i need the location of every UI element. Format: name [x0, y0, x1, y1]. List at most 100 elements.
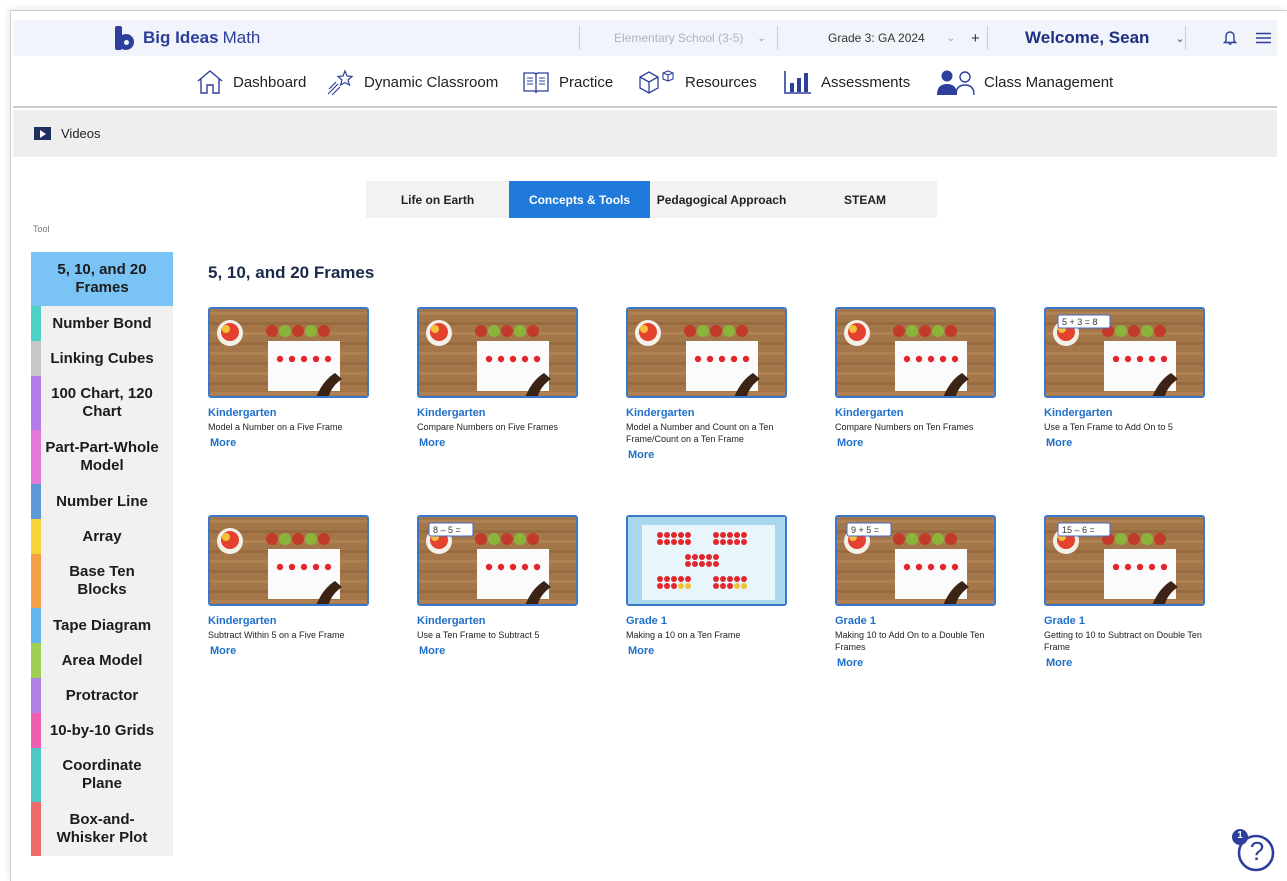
tab-steam[interactable]: STEAM [793, 181, 937, 218]
videos-bar: Videos [13, 110, 1277, 157]
color-bar [31, 306, 41, 341]
logo-text-light: Math [222, 28, 261, 47]
sidebar-item-number-bond[interactable]: Number Bond [31, 306, 173, 341]
more-link[interactable]: More [210, 437, 236, 449]
user-menu[interactable]: Welcome, Sean ⌄ [1025, 20, 1185, 56]
more-link[interactable]: More [628, 645, 654, 657]
category-tabs: Life on Earth Concepts & Tools Pedagogic… [366, 181, 937, 218]
nav-dashboard-label: Dashboard [233, 73, 307, 91]
grade-select[interactable]: Grade 3: GA 2024 ⌄ [828, 20, 955, 56]
sidebar-item-label: 5, 10, and 20 Frames [57, 261, 147, 296]
more-link[interactable]: More [1046, 437, 1072, 449]
color-bar [31, 341, 41, 376]
sidebar-item-number-line[interactable]: Number Line [31, 484, 173, 519]
cube-icon [639, 70, 674, 94]
sidebar-item-10-by-10-grids[interactable]: 10-by-10 Grids [31, 713, 173, 748]
tab-life-on-earth[interactable]: Life on Earth [366, 181, 509, 218]
video-thumbnail[interactable] [208, 515, 369, 606]
video-thumbnail[interactable]: 5 + 3 = 8 [1044, 307, 1205, 398]
sidebar-item-label: Part-Part-Whole Model [45, 439, 159, 474]
more-link[interactable]: More [837, 657, 863, 669]
color-bar [31, 748, 41, 802]
video-title: Compare Numbers on Five Frames [417, 422, 559, 432]
more-link[interactable]: More [419, 645, 445, 657]
color-bar [31, 430, 41, 484]
video-thumbnail[interactable] [835, 307, 996, 398]
more-link[interactable]: More [837, 437, 863, 449]
tab-pedagogical-approach[interactable]: Pedagogical Approach [650, 181, 793, 218]
school-select[interactable]: Elementary School (3-5) ⌄ [614, 20, 766, 56]
svg-text:8 – 5 =: 8 – 5 = [433, 525, 461, 535]
welcome-text: Welcome, Sean [1025, 28, 1150, 47]
sidebar-item-label: Array [82, 527, 122, 545]
nav-dynamic-classroom[interactable]: Dynamic Classroom [326, 56, 498, 108]
video-thumbnail[interactable] [626, 307, 787, 398]
sidebar-item-label: Number Line [56, 492, 148, 510]
hamburger-menu-icon[interactable] [1256, 20, 1271, 56]
sidebar-item-area-model[interactable]: Area Model [31, 643, 173, 678]
logo[interactable]: Big Ideas Math [113, 20, 260, 56]
add-button[interactable]: + [971, 20, 980, 56]
help-symbol: ? [1249, 836, 1265, 866]
nav-practice[interactable]: Practice [521, 56, 613, 108]
video-title: Subtract Within 5 on a Five Frame [208, 630, 345, 640]
color-bar [31, 484, 41, 519]
sidebar-item-label: Linking Cubes [50, 349, 154, 367]
nav-assessments[interactable]: Assessments [783, 56, 910, 108]
sidebar-item-label: Protractor [65, 686, 139, 704]
section-title: 5, 10, and 20 Frames [208, 263, 375, 282]
shooting-star-icon [327, 69, 354, 96]
video-thumbnail[interactable] [417, 307, 578, 398]
video-thumbnail[interactable]: 15 – 6 = [1044, 515, 1205, 606]
videos-label: Videos [61, 126, 101, 141]
nav-class-management[interactable]: Class Management [936, 56, 1113, 108]
sidebar-item-protractor[interactable]: Protractor [31, 678, 173, 713]
divider [987, 26, 988, 50]
sidebar-item-coordinate-plane[interactable]: Coordinate Plane [31, 748, 173, 802]
nav-resources[interactable]: Resources [637, 56, 757, 108]
chevron-down-icon: ⌄ [946, 32, 956, 44]
sidebar-item-base-ten-blocks[interactable]: Base Ten Blocks [31, 554, 173, 608]
more-link[interactable]: More [419, 437, 445, 449]
more-link[interactable]: More [210, 645, 236, 657]
color-bar [31, 519, 41, 554]
video-card: 9 + 5 = Grade 1 Making 10 to Add On to a D… [835, 515, 1025, 671]
tab-concepts-tools[interactable]: Concepts & Tools [509, 181, 650, 218]
divider [579, 26, 580, 50]
color-bar [31, 678, 41, 713]
video-thumbnail[interactable]: 8 – 5 = [417, 515, 578, 606]
bell-icon[interactable] [1223, 20, 1237, 56]
more-link[interactable]: More [1046, 657, 1072, 669]
video-card: Kindergarten Compare Numbers on Ten Frame… [835, 307, 1025, 451]
more-link[interactable]: More [628, 449, 654, 461]
sidebar-item-frames[interactable]: 5, 10, and 20 Frames [31, 252, 173, 306]
color-bar [31, 554, 41, 608]
sidebar-item-array[interactable]: Array [31, 519, 173, 554]
nav-practice-label: Practice [559, 73, 614, 91]
top-bar: Big Ideas Math Elementary School (3-5) ⌄… [13, 20, 1277, 56]
video-card: Kindergarten Model a Number and Count on … [626, 307, 816, 463]
video-thumbnail[interactable] [208, 307, 369, 398]
video-title: Model a Number and Count on a Ten Frame/… [626, 422, 774, 444]
sidebar-item-linking-cubes[interactable]: Linking Cubes [31, 341, 173, 376]
sidebar-item-tape-diagram[interactable]: Tape Diagram [31, 608, 173, 643]
main-nav: Dashboard Dynamic Classroom Practice Res… [13, 56, 1277, 108]
color-bar [31, 713, 41, 748]
sidebar-item-label: Box-and-Whisker Plot [56, 811, 148, 846]
nav-dynamic-classroom-label: Dynamic Classroom [364, 73, 499, 91]
sidebar-item-part-part-whole[interactable]: Part-Part-Whole Model [31, 430, 173, 484]
video-title: Getting to 10 to Subtract on Double Ten … [1044, 630, 1202, 652]
video-grade: Kindergarten [208, 407, 277, 419]
video-card: Kindergarten Subtract Within 5 on a Five … [208, 515, 398, 659]
sidebar-item-100-chart[interactable]: 100 Chart, 120 Chart [31, 376, 173, 430]
video-thumbnail[interactable] [626, 515, 787, 606]
video-title: Making 10 to Add On to a Double Ten Fram… [835, 630, 985, 652]
logo-text-bold: Big Ideas [143, 28, 219, 47]
sidebar-item-label: Number Bond [52, 314, 152, 332]
sidebar-item-label: Tape Diagram [52, 616, 152, 634]
video-thumbnail[interactable]: 9 + 5 = [835, 515, 996, 606]
tool-sidebar: 5, 10, and 20 Frames Number Bond Linking… [31, 252, 173, 856]
nav-dashboard[interactable]: Dashboard [195, 56, 306, 108]
help-button[interactable]: ? 1 [1230, 827, 1276, 873]
sidebar-item-box-and-whisker-plot[interactable]: Box-and-Whisker Plot [31, 802, 173, 856]
